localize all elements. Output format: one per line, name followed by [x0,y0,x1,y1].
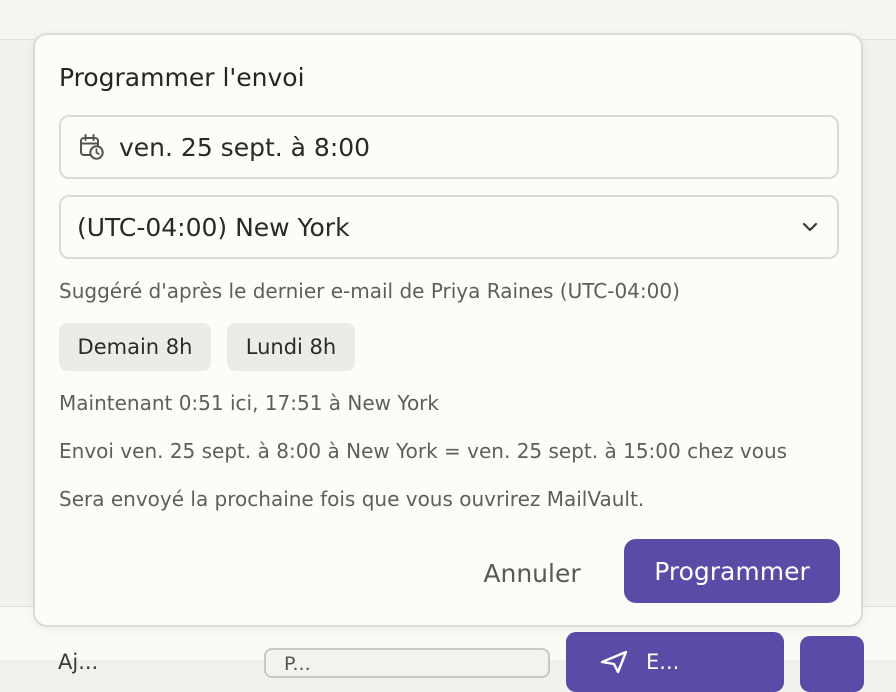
footer-select[interactable]: P... [264,648,550,678]
send-icon [600,650,628,674]
date-time-value: ven. 25 sept. à 8:00 [119,132,371,162]
calendar-clock-icon [80,134,104,160]
send-button-label: E... [646,650,680,674]
cancel-button[interactable]: Annuler [477,553,587,593]
timezone-select[interactable]: (UTC-04:00) New York [59,195,839,259]
dialog-title: Programmer l'envoi [59,63,305,92]
send-button[interactable]: E... [566,632,784,692]
offline-note: Sera envoyé la prochaine fois que vous o… [59,487,645,511]
suggestion-text: Suggéré d'après le dernier e-mail de Pri… [59,279,680,303]
schedule-button[interactable]: Programmer [624,539,840,603]
send-options-button[interactable] [800,636,864,692]
date-time-field[interactable]: ven. 25 sept. à 8:00 [59,115,839,179]
chevron-down-icon [802,222,818,232]
conversion-text: Envoi ven. 25 sept. à 8:00 à New York = … [59,439,788,463]
schedule-send-dialog: Programmer l'envoi ven. 25 sept. à 8:00 … [33,33,863,627]
footer-label: Aj... [58,650,99,674]
quick-option-monday[interactable]: Lundi 8h [227,323,355,371]
current-time-text: Maintenant 0:51 ici, 17:51 à New York [59,391,439,415]
timezone-value: (UTC-04:00) New York [77,212,350,242]
quick-option-tomorrow[interactable]: Demain 8h [59,323,211,371]
